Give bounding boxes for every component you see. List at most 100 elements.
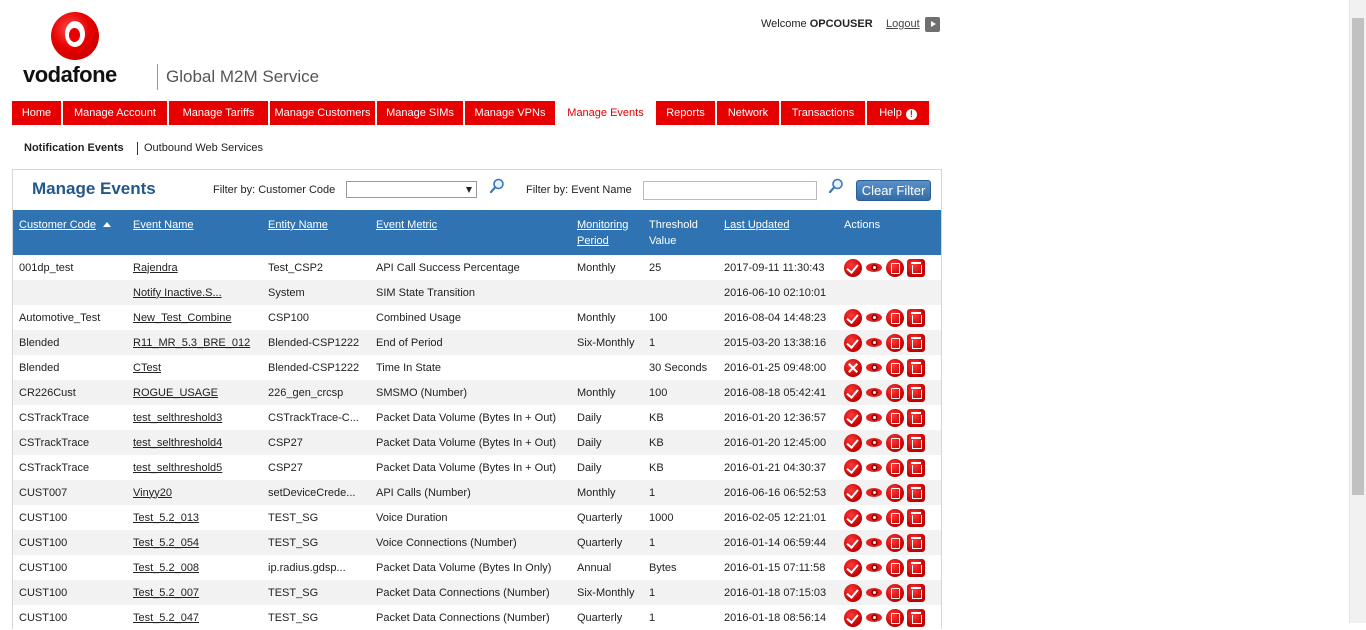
edit-icon[interactable] [886,558,904,577]
event-name-link[interactable]: Test_5.2_007 [133,587,199,599]
event-name-link[interactable]: Vinyy20 [133,487,172,499]
enabled-status-icon[interactable] [844,433,862,452]
delete-trash-icon[interactable] [907,458,925,477]
edit-icon[interactable] [886,358,904,377]
view-eye-icon[interactable] [865,509,883,527]
nav-item-manage-events[interactable]: Manage Events [557,101,656,125]
edit-icon[interactable] [886,408,904,427]
enabled-status-icon[interactable] [844,558,862,577]
nav-item-transactions[interactable]: Transactions [781,101,867,125]
event-name-link[interactable]: Test_5.2_008 [133,562,199,574]
delete-trash-icon[interactable] [907,508,925,527]
enabled-status-icon[interactable] [844,383,862,402]
delete-trash-icon[interactable] [907,333,925,352]
column-header-entity-name[interactable]: Entity Name [262,210,370,255]
view-eye-icon[interactable] [865,309,883,327]
view-eye-icon[interactable] [865,384,883,402]
event-name-link[interactable]: R11_MR_5.3_BRE_012 [133,337,250,349]
delete-trash-icon[interactable] [907,483,925,502]
edit-icon[interactable] [886,458,904,477]
view-eye-icon[interactable] [865,534,883,552]
column-header-monitoring-period[interactable]: Monitoring Period [571,210,643,255]
logout-arrow-icon[interactable] [925,17,940,32]
nav-item-reports[interactable]: Reports [656,101,717,125]
edit-icon[interactable] [886,333,904,352]
enabled-status-icon[interactable] [844,408,862,427]
clear-filter-button[interactable]: Clear Filter [856,180,931,201]
event-name-link[interactable]: CTest [133,362,161,374]
event-name-link[interactable]: Test_5.2_013 [133,512,199,524]
sort-ascending-icon[interactable] [103,222,112,227]
event-name-link[interactable]: Test_5.2_054 [133,537,199,549]
subnav-outbound-web-services[interactable]: Outbound Web Services [144,142,263,154]
nav-item-manage-account[interactable]: Manage Account [63,101,169,125]
nav-item-manage-customers[interactable]: Manage Customers [270,101,377,125]
disabled-status-icon[interactable] [844,358,862,377]
delete-trash-icon[interactable] [907,408,925,427]
enabled-status-icon[interactable] [844,508,862,527]
view-eye-icon[interactable] [865,609,883,627]
view-eye-icon[interactable] [865,359,883,377]
nav-item-manage-sims[interactable]: Manage SIMs [377,101,465,125]
event-name-link[interactable]: New_Test_Combine [133,312,231,324]
edit-icon[interactable] [886,533,904,552]
event-name-link[interactable]: ROGUE_USAGE [133,387,218,399]
delete-trash-icon[interactable] [907,308,925,327]
search-icon[interactable] [489,178,505,194]
delete-trash-icon[interactable] [907,383,925,402]
view-eye-icon[interactable] [865,434,883,452]
search-icon[interactable] [828,178,844,194]
edit-icon[interactable] [886,508,904,527]
enabled-status-icon[interactable] [844,483,862,502]
subnav-notification-events[interactable]: Notification Events [24,142,124,154]
nav-item-manage-tariffs[interactable]: Manage Tariffs [169,101,270,125]
nav-item-help[interactable]: Help! [867,101,931,125]
event-name-link[interactable]: Notify Inactive.S... [133,287,222,299]
column-header-event-name[interactable]: Event Name [127,210,262,255]
scrollbar-thumb[interactable] [1352,18,1364,495]
edit-icon[interactable] [886,258,904,277]
event-name-link[interactable]: Test_5.2_047 [133,612,199,624]
nav-item-network[interactable]: Network [717,101,781,125]
delete-trash-icon[interactable] [907,433,925,452]
enabled-status-icon[interactable] [844,258,862,277]
edit-icon[interactable] [886,608,904,627]
vodafone-logo[interactable]: vodafone [22,12,137,92]
view-eye-icon[interactable] [865,409,883,427]
edit-icon[interactable] [886,433,904,452]
edit-icon[interactable] [886,583,904,602]
delete-trash-icon[interactable] [907,258,925,277]
view-eye-icon[interactable] [865,484,883,502]
delete-trash-icon[interactable] [907,358,925,377]
column-header-customer-code[interactable]: Customer Code [13,210,127,255]
enabled-status-icon[interactable] [844,533,862,552]
enabled-status-icon[interactable] [844,608,862,627]
delete-trash-icon[interactable] [907,583,925,602]
delete-trash-icon[interactable] [907,558,925,577]
event-name-link[interactable]: test_selthreshold5 [133,462,222,474]
logout-link[interactable]: Logout [886,18,920,30]
delete-trash-icon[interactable] [907,608,925,627]
nav-item-home[interactable]: Home [12,101,63,125]
column-header-event-metric[interactable]: Event Metric [370,210,571,255]
enabled-status-icon[interactable] [844,458,862,477]
view-eye-icon[interactable] [865,559,883,577]
enabled-status-icon[interactable] [844,583,862,602]
filter-event-input[interactable] [643,181,817,200]
filter-customer-select[interactable] [346,181,477,198]
delete-trash-icon[interactable] [907,533,925,552]
edit-icon[interactable] [886,483,904,502]
column-header-last-updated[interactable]: Last Updated [718,210,838,255]
view-eye-icon[interactable] [865,584,883,602]
edit-icon[interactable] [886,383,904,402]
vertical-scrollbar[interactable] [1349,0,1366,623]
event-name-link[interactable]: Rajendra [133,262,178,274]
enabled-status-icon[interactable] [844,333,862,352]
view-eye-icon[interactable] [865,459,883,477]
event-name-link[interactable]: test_selthreshold4 [133,437,222,449]
view-eye-icon[interactable] [865,259,883,277]
event-name-link[interactable]: test_selthreshold3 [133,412,222,424]
enabled-status-icon[interactable] [844,308,862,327]
edit-icon[interactable] [886,308,904,327]
view-eye-icon[interactable] [865,334,883,352]
